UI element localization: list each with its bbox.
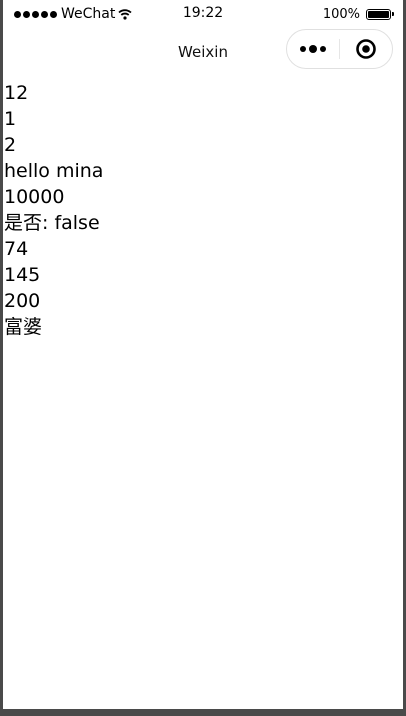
text-line: 200 xyxy=(4,290,41,312)
text-line: 2 xyxy=(4,134,17,156)
status-right: 100% xyxy=(322,5,394,23)
text-line: 12 xyxy=(4,82,29,104)
close-target-icon xyxy=(356,39,376,59)
text-line: 1 xyxy=(4,108,17,130)
text-line: 145 xyxy=(4,264,41,286)
more-button[interactable] xyxy=(287,30,339,68)
phone-screen: WeChat 19:22 100% Weixin 12 1 2 hello mi… xyxy=(0,0,406,716)
battery-percentage: 100% xyxy=(322,6,360,22)
text-line: 富婆 xyxy=(4,316,43,338)
text-line: 74 xyxy=(4,238,29,260)
text-line: 是否: false xyxy=(4,212,100,234)
battery-icon xyxy=(366,8,394,20)
page-content: 12 1 2 hello mina 10000 是否: false 74 145… xyxy=(4,80,403,340)
mini-program-capsule xyxy=(286,29,393,69)
status-bar: WeChat 19:22 100% xyxy=(3,0,403,28)
more-dots-icon xyxy=(300,45,326,53)
text-line: 10000 xyxy=(4,186,65,208)
text-line: hello mina xyxy=(4,160,104,182)
close-button[interactable] xyxy=(340,30,392,68)
navigation-bar: Weixin xyxy=(3,28,403,78)
